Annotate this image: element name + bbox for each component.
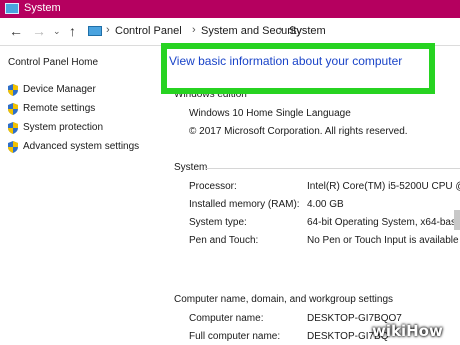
- pen-touch-label: Pen and Touch:: [189, 235, 259, 246]
- section-divider: [205, 168, 460, 169]
- wikihow-watermark: wikiHow: [372, 322, 443, 340]
- memory-label: Installed memory (RAM):: [189, 199, 300, 210]
- full-computer-name-label: Full computer name:: [189, 331, 281, 342]
- breadcrumb-separator: ›: [279, 24, 283, 36]
- navigation-bar: ← → ⌄ ↑ › Control Panel › System and Sec…: [0, 18, 460, 46]
- memory-value: 4.00 GB: [307, 199, 344, 210]
- windows-edition-value: Windows 10 Home Single Language: [189, 108, 351, 119]
- page-title: View basic information about your comput…: [169, 54, 403, 68]
- shield-icon: [8, 103, 18, 115]
- copyright-text: © 2017 Microsoft Corporation. All rights…: [189, 126, 408, 137]
- breadcrumb-separator: ›: [192, 24, 196, 36]
- recent-locations-chevron-icon[interactable]: ⌄: [53, 23, 61, 39]
- system-window-icon: [5, 3, 19, 14]
- breadcrumb-separator: ›: [106, 24, 110, 36]
- shield-icon: [8, 122, 18, 134]
- headline-highlight: View basic information about your comput…: [161, 43, 435, 94]
- title-bar: System: [0, 0, 460, 18]
- back-arrow-icon[interactable]: ←: [9, 23, 23, 39]
- system-type-value: 64-bit Operating System, x64-based: [307, 217, 460, 228]
- pen-touch-value: No Pen or Touch Input is available fo: [307, 235, 460, 246]
- processor-value: Intel(R) Core(TM) i5-5200U CPU @ 2.2: [307, 181, 460, 192]
- up-arrow-icon[interactable]: ↑: [69, 23, 76, 39]
- scrollbar-thumb[interactable]: [454, 210, 460, 230]
- control-panel-icon: [88, 26, 102, 36]
- sidebar-item-label: Remote settings: [23, 103, 96, 114]
- forward-arrow-icon[interactable]: →: [32, 23, 46, 39]
- system-type-label: System type:: [189, 217, 247, 228]
- breadcrumb-system-and-security[interactable]: System and Security: [201, 25, 302, 37]
- sidebar: Control Panel Home Device Manager Remote…: [0, 46, 160, 345]
- sidebar-item-label: System protection: [23, 122, 104, 133]
- computer-name-heading: Computer name, domain, and workgroup set…: [174, 294, 394, 305]
- sidebar-item-label: Advanced system settings: [23, 141, 140, 152]
- breadcrumb-system[interactable]: System: [289, 25, 326, 37]
- watermark-wiki: wiki: [372, 322, 407, 340]
- breadcrumb-control-panel[interactable]: Control Panel: [115, 25, 182, 37]
- window-title: System: [24, 2, 61, 14]
- system-heading: System: [174, 162, 208, 173]
- shield-icon: [8, 141, 18, 153]
- processor-label: Processor:: [189, 181, 237, 192]
- control-panel-home-link[interactable]: Control Panel Home: [8, 57, 98, 68]
- computer-name-label: Computer name:: [189, 313, 264, 324]
- watermark-how: How: [406, 322, 443, 340]
- sidebar-item-label: Device Manager: [23, 84, 96, 95]
- shield-icon: [8, 84, 18, 96]
- main-content: Windows edition View basic information a…: [160, 43, 460, 345]
